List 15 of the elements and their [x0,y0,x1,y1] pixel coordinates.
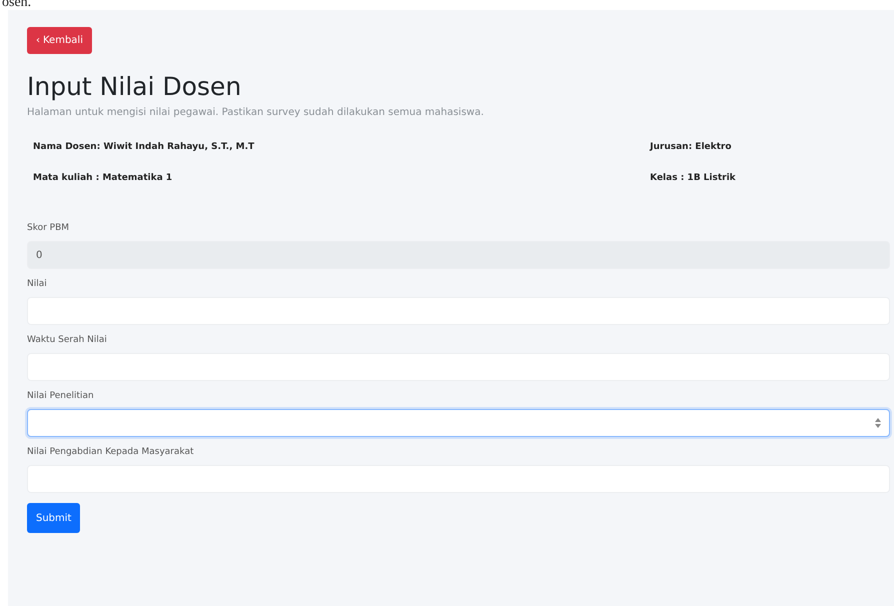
submit-button[interactable]: Submit [27,503,80,533]
field-label: Nilai Penelitian [27,391,95,401]
info-text: Kelas : 1B Listrik [650,173,737,183]
field-label: Waktu Serah Nilai [27,335,108,345]
input-field[interactable] [27,409,890,437]
spinner-icon[interactable] [875,418,881,428]
info-text: Jurusan: Elektro [650,142,732,152]
info-text: Nama Dosen: Wiwit Indah Rahayu, S.T., M.T [33,142,256,152]
back-button[interactable]: ‹ Kembali [27,27,92,54]
page-subtitle: Halaman untuk mengisi nilai pegawai. Pastikan survey sudah dilakukan semua mahasiswa. [27,107,485,118]
field-label: Nilai Pengabdian Kepada Masyarakat [27,447,195,457]
info-text: Mata kuliah : Matematika 1 [33,173,174,183]
field-label: Skor PBM [27,223,70,233]
page-title: Input Nilai Dosen [27,72,242,101]
field-label: Nilai [27,279,48,289]
